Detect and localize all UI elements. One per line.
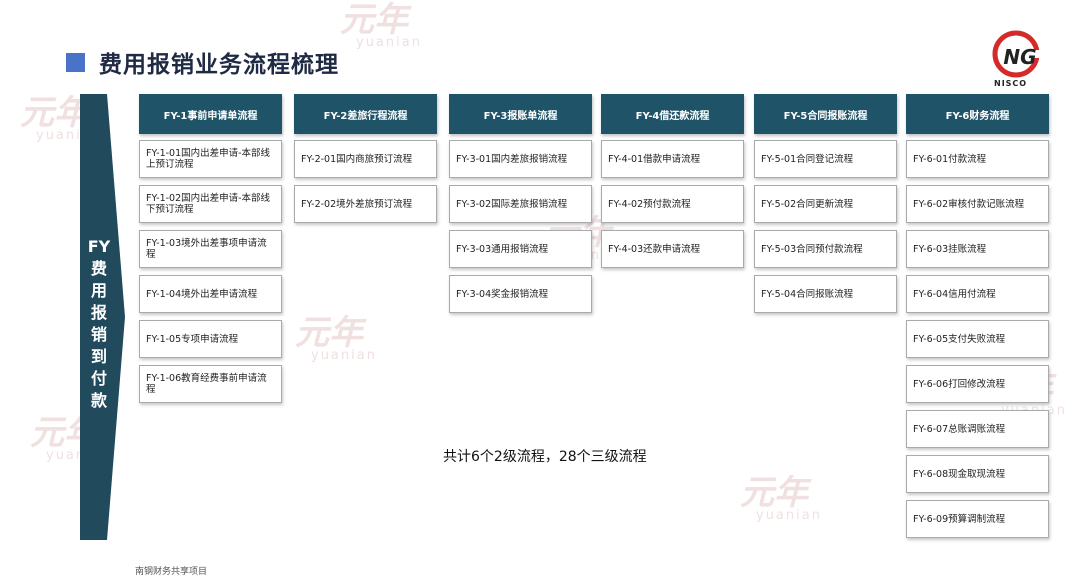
page-title-bar: 费用报销业务流程梳理 bbox=[66, 45, 339, 79]
watermark: 元年yuanian bbox=[340, 0, 422, 50]
process-item: FY-6-05支付失败流程 bbox=[906, 320, 1049, 358]
column-header: FY-6财务流程 bbox=[906, 94, 1049, 134]
process-item: FY-3-01国内差旅报销流程 bbox=[449, 140, 592, 178]
footer-text: 南钢财务共享项目 bbox=[135, 567, 208, 577]
column-header: FY-4借还款流程 bbox=[601, 94, 744, 134]
process-item: FY-1-02国内出差申请-本部线下预订流程 bbox=[139, 185, 282, 223]
watermark: 元年yuanian bbox=[295, 313, 377, 363]
watermark: 元年yuanian bbox=[740, 473, 822, 523]
arrow-label: FY 费用报销到付款 bbox=[87, 237, 111, 410]
column-header: FY-5合同报账流程 bbox=[754, 94, 897, 134]
process-item: FY-6-02审核付款记账流程 bbox=[906, 185, 1049, 223]
svg-text:NG: NG bbox=[1003, 45, 1036, 69]
process-item: FY-3-03通用报销流程 bbox=[449, 230, 592, 268]
process-column: FY-5合同报账流程 FY-5-01合同登记流程 FY-5-02合同更新流程 FY-5… bbox=[754, 94, 897, 320]
process-item: FY-6-01付款流程 bbox=[906, 140, 1049, 178]
column-header: FY-1事前申请单流程 bbox=[139, 94, 282, 134]
process-column: FY-6财务流程 FY-6-01付款流程 FY-6-02审核付款记账流程 FY-6-0… bbox=[906, 94, 1049, 545]
process-item: FY-6-03挂账流程 bbox=[906, 230, 1049, 268]
process-column: FY-1事前申请单流程 FY-1-01国内出差申请-本部线上预订流程 FY-1-02… bbox=[139, 94, 282, 410]
process-item: FY-6-06打回修改流程 bbox=[906, 365, 1049, 403]
process-item: FY-1-06教育经费事前申请流程 bbox=[139, 365, 282, 403]
page-title: 费用报销业务流程梳理 bbox=[99, 52, 339, 78]
column-header: FY-3报账单流程 bbox=[449, 94, 592, 134]
process-item: FY-5-01合同登记流程 bbox=[754, 140, 897, 178]
process-item: FY-2-02境外差旅预订流程 bbox=[294, 185, 437, 223]
process-column: FY-3报账单流程 FY-3-01国内差旅报销流程 FY-3-02国际差旅报销流程 F… bbox=[449, 94, 592, 320]
process-item: FY-3-04奖金报销流程 bbox=[449, 275, 592, 313]
process-item: FY-2-01国内商旅预订流程 bbox=[294, 140, 437, 178]
process-item: FY-6-04信用付流程 bbox=[906, 275, 1049, 313]
process-item: FY-1-01国内出差申请-本部线上预订流程 bbox=[139, 140, 282, 178]
logo-text: NISCO bbox=[994, 79, 1028, 88]
column-header: FY-2差旅行程流程 bbox=[294, 94, 437, 134]
process-item: FY-4-02预付款流程 bbox=[601, 185, 744, 223]
process-column: FY-2差旅行程流程 FY-2-01国内商旅预订流程 FY-2-02境外差旅预订流程 bbox=[294, 94, 437, 230]
process-item: FY-4-03还款申请流程 bbox=[601, 230, 744, 268]
process-item: FY-5-04合同报账流程 bbox=[754, 275, 897, 313]
process-item: FY-5-03合同预付款流程 bbox=[754, 230, 897, 268]
process-item: FY-6-07总账调账流程 bbox=[906, 410, 1049, 448]
process-item: FY-4-01借款申请流程 bbox=[601, 140, 744, 178]
title-square-icon bbox=[66, 52, 85, 72]
process-item: FY-5-02合同更新流程 bbox=[754, 185, 897, 223]
summary-text: 共计6个2级流程，28个三级流程 bbox=[443, 449, 647, 465]
process-item: FY-1-05专项申请流程 bbox=[139, 320, 282, 358]
process-item: FY-6-09预算调制流程 bbox=[906, 500, 1049, 538]
process-item: FY-1-03境外出差事项申请流程 bbox=[139, 230, 282, 268]
process-column: FY-4借还款流程 FY-4-01借款申请流程 FY-4-02预付款流程 FY-4-0… bbox=[601, 94, 744, 275]
process-item: FY-3-02国际差旅报销流程 bbox=[449, 185, 592, 223]
process-item: FY-1-04境外出差申请流程 bbox=[139, 275, 282, 313]
process-item: FY-6-08现金取现流程 bbox=[906, 455, 1049, 493]
